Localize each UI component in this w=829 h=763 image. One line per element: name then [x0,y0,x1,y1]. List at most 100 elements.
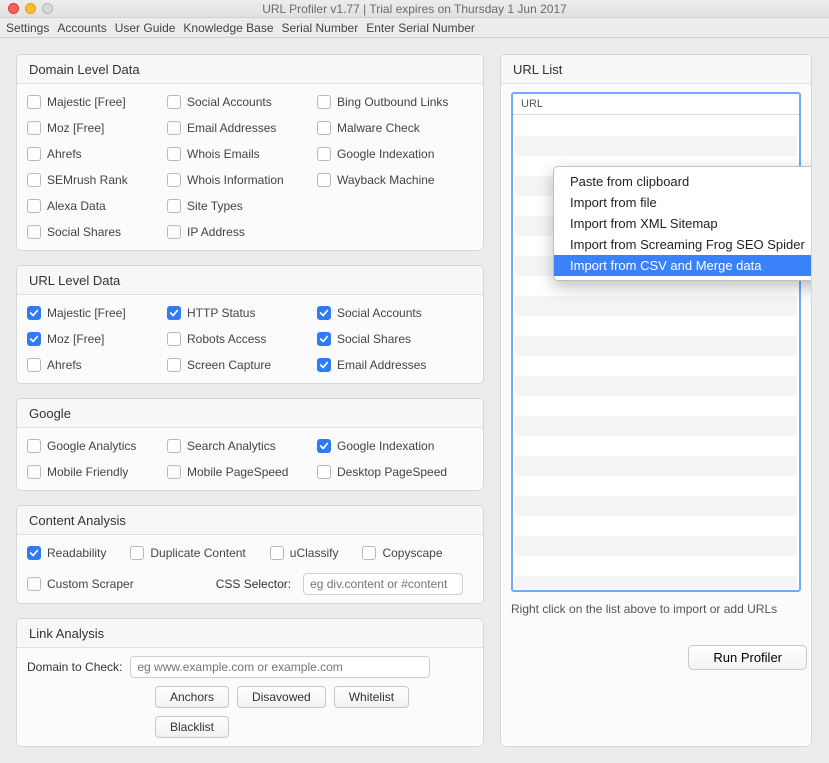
checkbox-label: Search Analytics [187,439,276,453]
checkbox-option[interactable]: Wayback Machine [317,170,477,190]
checkbox[interactable] [317,95,331,109]
link-analysis-button[interactable]: Anchors [155,686,229,708]
checkbox[interactable] [317,332,331,346]
context-menu-item[interactable]: Import from XML Sitemap [554,213,812,234]
checkbox-option[interactable]: Ahrefs [27,144,167,164]
checkbox-option[interactable]: IP Address [167,222,317,242]
context-menu-item[interactable]: Import from Screaming Frog SEO Spider [554,234,812,255]
checkbox-option[interactable]: Google Indexation [317,436,477,456]
checkbox[interactable] [317,147,331,161]
checkbox-option[interactable]: Site Types [167,196,317,216]
checkbox[interactable] [27,95,41,109]
checkbox-option[interactable]: Mobile PageSpeed [167,462,317,482]
checkbox-option[interactable]: Custom Scraper [27,574,134,594]
checkbox[interactable] [167,439,181,453]
checkbox-option[interactable]: HTTP Status [167,303,317,323]
checkbox-option[interactable]: Majestic [Free] [27,303,167,323]
context-menu-item[interactable]: Paste from clipboard [554,171,812,192]
menu-item[interactable]: Enter Serial Number [366,21,475,35]
checkbox-option[interactable]: Moz [Free] [27,329,167,349]
link-analysis-button[interactable]: Blacklist [155,716,229,738]
checkbox-option[interactable]: Readability [27,543,106,563]
checkbox[interactable] [167,173,181,187]
checkbox[interactable] [167,225,181,239]
checkbox-option[interactable]: uClassify [270,543,339,563]
checkbox[interactable] [167,121,181,135]
checkbox-label: uClassify [290,546,339,560]
menu-item[interactable]: Accounts [57,21,106,35]
menu-item[interactable]: Settings [6,21,49,35]
checkbox[interactable] [130,546,144,560]
checkbox[interactable] [27,306,41,320]
css-selector-input[interactable] [303,573,463,595]
checkbox[interactable] [167,332,181,346]
checkbox-option[interactable]: Social Accounts [167,92,317,112]
checkbox-option[interactable]: Bing Outbound Links [317,92,477,112]
checkbox-option[interactable]: Malware Check [317,118,477,138]
checkbox-option[interactable]: Social Accounts [317,303,477,323]
checkbox[interactable] [317,465,331,479]
close-window-icon[interactable] [8,3,19,14]
checkbox-option[interactable]: Email Addresses [167,118,317,138]
checkbox[interactable] [27,439,41,453]
checkbox[interactable] [27,546,41,560]
zoom-window-icon[interactable] [42,3,53,14]
checkbox[interactable] [27,199,41,213]
menu-item[interactable]: Serial Number [282,21,359,35]
checkbox-option[interactable]: Search Analytics [167,436,317,456]
checkbox-label: Duplicate Content [150,546,245,560]
checkbox-option[interactable]: Robots Access [167,329,317,349]
url-list-table[interactable]: URL Paste from clipboardImport from file… [511,92,801,592]
checkbox[interactable] [167,306,181,320]
checkbox-option[interactable]: Google Indexation [317,144,477,164]
run-profiler-button[interactable]: Run Profiler [688,645,807,670]
checkbox[interactable] [167,358,181,372]
context-menu-item[interactable]: Import from file [554,192,812,213]
checkbox-label: Social Accounts [187,95,272,109]
checkbox-option[interactable]: Social Shares [317,329,477,349]
checkbox[interactable] [27,577,41,591]
checkbox-option[interactable]: Majestic [Free] [27,92,167,112]
minimize-window-icon[interactable] [25,3,36,14]
checkbox-option[interactable]: Mobile Friendly [27,462,167,482]
link-analysis-button[interactable]: Whitelist [334,686,409,708]
checkbox[interactable] [27,147,41,161]
context-menu-item[interactable]: Import from CSV and Merge data [554,255,812,276]
checkbox[interactable] [27,358,41,372]
checkbox[interactable] [167,199,181,213]
checkbox-option[interactable]: Social Shares [27,222,167,242]
checkbox-option[interactable]: Desktop PageSpeed [317,462,477,482]
checkbox-option[interactable]: Copyscape [362,543,442,563]
checkbox[interactable] [167,95,181,109]
checkbox-label: Mobile PageSpeed [187,465,288,479]
checkbox[interactable] [27,225,41,239]
checkbox-option[interactable]: Screen Capture [167,355,317,375]
checkbox[interactable] [317,358,331,372]
checkbox[interactable] [167,147,181,161]
checkbox[interactable] [270,546,284,560]
checkbox-option[interactable]: Whois Information [167,170,317,190]
menu-item[interactable]: Knowledge Base [183,21,273,35]
checkbox-option[interactable]: Alexa Data [27,196,167,216]
checkbox-option[interactable]: Email Addresses [317,355,477,375]
checkbox[interactable] [27,121,41,135]
checkbox-option[interactable]: Moz [Free] [27,118,167,138]
checkbox[interactable] [317,439,331,453]
checkbox[interactable] [27,465,41,479]
checkbox-option[interactable]: Whois Emails [167,144,317,164]
checkbox-option[interactable]: Duplicate Content [130,543,245,563]
menu-item[interactable]: User Guide [115,21,176,35]
checkbox-option[interactable]: Ahrefs [27,355,167,375]
checkbox[interactable] [317,121,331,135]
link-analysis-button[interactable]: Disavowed [237,686,326,708]
checkbox[interactable] [317,306,331,320]
checkbox[interactable] [27,173,41,187]
checkbox[interactable] [167,465,181,479]
checkbox[interactable] [27,332,41,346]
checkbox[interactable] [362,546,376,560]
domain-to-check-input[interactable] [130,656,430,678]
checkbox-option[interactable]: Google Analytics [27,436,167,456]
checkbox[interactable] [317,173,331,187]
checkbox-label: IP Address [187,225,245,239]
checkbox-option[interactable]: SEMrush Rank [27,170,167,190]
